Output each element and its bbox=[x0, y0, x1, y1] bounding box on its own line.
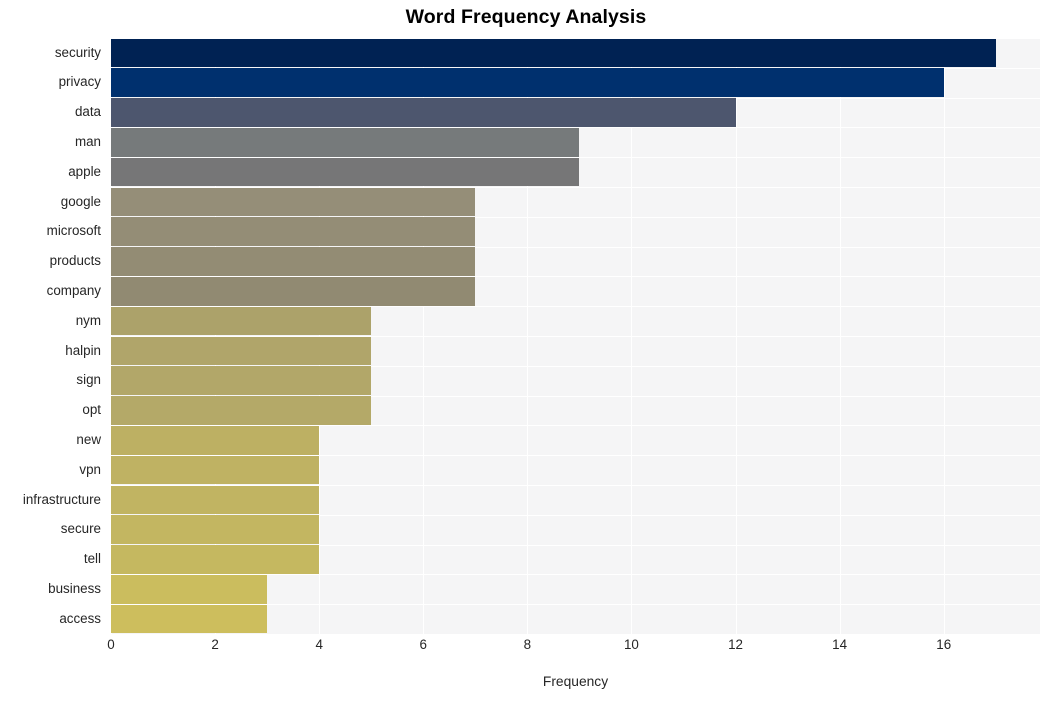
y-axis-tick-labels: security privacy data man apple google microso… bbox=[0, 38, 111, 634]
y-tick-label-microsoft: microsoft bbox=[46, 223, 101, 239]
y-tick-label-infrastructure: infrastructure bbox=[22, 491, 101, 507]
bar-row bbox=[111, 187, 1040, 217]
bar-row bbox=[111, 247, 1040, 276]
y-tick-label-products: products bbox=[49, 253, 101, 269]
x-tick-label-0: 0 bbox=[107, 637, 115, 652]
bar-new bbox=[111, 426, 320, 455]
bar-vpn bbox=[111, 455, 320, 485]
y-tick-label-vpn: vpn bbox=[79, 461, 101, 477]
bar-row bbox=[111, 217, 1040, 246]
y-tick-label-privacy: privacy bbox=[58, 74, 101, 90]
bar-man bbox=[111, 128, 580, 157]
y-tick-label-halpin: halpin bbox=[65, 342, 101, 358]
bar-row bbox=[111, 68, 1040, 97]
y-tick-label-man: man bbox=[74, 134, 101, 149]
bar-row bbox=[111, 366, 1040, 395]
bar-company bbox=[111, 277, 476, 306]
y-tick-label-apple: apple bbox=[68, 163, 101, 179]
bar-row bbox=[111, 336, 1040, 366]
bar-row bbox=[111, 545, 1040, 574]
bar-apple bbox=[111, 157, 580, 187]
bar-secure bbox=[111, 515, 320, 544]
y-tick-label-secure: secure bbox=[60, 521, 101, 537]
bar-opt bbox=[111, 396, 372, 425]
y-tick-label-nym: nym bbox=[75, 312, 101, 328]
bar-halpin bbox=[111, 336, 372, 366]
bar-sign bbox=[111, 366, 372, 395]
bar-business bbox=[111, 575, 268, 604]
bar-tell bbox=[111, 545, 320, 574]
bar-row bbox=[111, 157, 1040, 187]
bar-row bbox=[111, 396, 1040, 425]
bar-microsoft bbox=[111, 217, 476, 246]
x-tick-label-4: 4 bbox=[315, 637, 323, 652]
bar-row bbox=[111, 277, 1040, 306]
bar-products bbox=[111, 247, 476, 276]
y-tick-label-data: data bbox=[74, 104, 101, 120]
bar-row bbox=[111, 306, 1040, 336]
bar-row bbox=[111, 515, 1040, 544]
y-tick-label-google: google bbox=[60, 193, 101, 209]
bar-row bbox=[111, 426, 1040, 455]
y-tick-label-security: security bbox=[54, 44, 101, 60]
x-tick-label-10: 10 bbox=[623, 637, 639, 652]
bar-row bbox=[111, 38, 1040, 68]
y-tick-label-business: business bbox=[48, 581, 101, 596]
y-tick-label-sign: sign bbox=[76, 372, 101, 388]
bar-row bbox=[111, 128, 1040, 157]
x-axis-tick-labels: 0 2 4 6 8 10 12 14 16 bbox=[107, 637, 1040, 661]
y-tick-label-access: access bbox=[59, 610, 101, 626]
x-axis-label: Frequency bbox=[542, 674, 609, 689]
y-tick-label-tell: tell bbox=[83, 551, 101, 567]
x-tick-label-12: 12 bbox=[728, 637, 743, 652]
y-tick-label-opt: opt bbox=[82, 402, 101, 418]
bar-row bbox=[111, 455, 1040, 485]
bar-row bbox=[111, 485, 1040, 515]
page-title: Word Frequency Analysis bbox=[405, 6, 647, 28]
bar-row bbox=[111, 575, 1040, 604]
bar-row bbox=[111, 604, 1040, 634]
bar-privacy bbox=[111, 68, 944, 97]
bar-nym bbox=[111, 306, 372, 336]
x-tick-label-16: 16 bbox=[936, 637, 952, 652]
gridline-horizontal bbox=[111, 634, 1040, 635]
x-tick-label-6: 6 bbox=[419, 637, 427, 652]
plot-area bbox=[111, 38, 1040, 635]
bar-security bbox=[111, 38, 996, 68]
x-tick-label-14: 14 bbox=[832, 637, 848, 652]
chart-figure: Word Frequency Analysis security privacy d… bbox=[0, 0, 1052, 701]
y-tick-label-company: company bbox=[46, 283, 101, 298]
x-tick-label-8: 8 bbox=[523, 637, 532, 652]
x-tick-label-2: 2 bbox=[211, 637, 219, 652]
bar-infrastructure bbox=[111, 485, 320, 515]
y-tick-label-new: new bbox=[76, 432, 101, 447]
bar-google bbox=[111, 187, 476, 217]
bar-access bbox=[111, 604, 268, 634]
bar-data bbox=[111, 98, 736, 127]
bar-row bbox=[111, 98, 1040, 127]
